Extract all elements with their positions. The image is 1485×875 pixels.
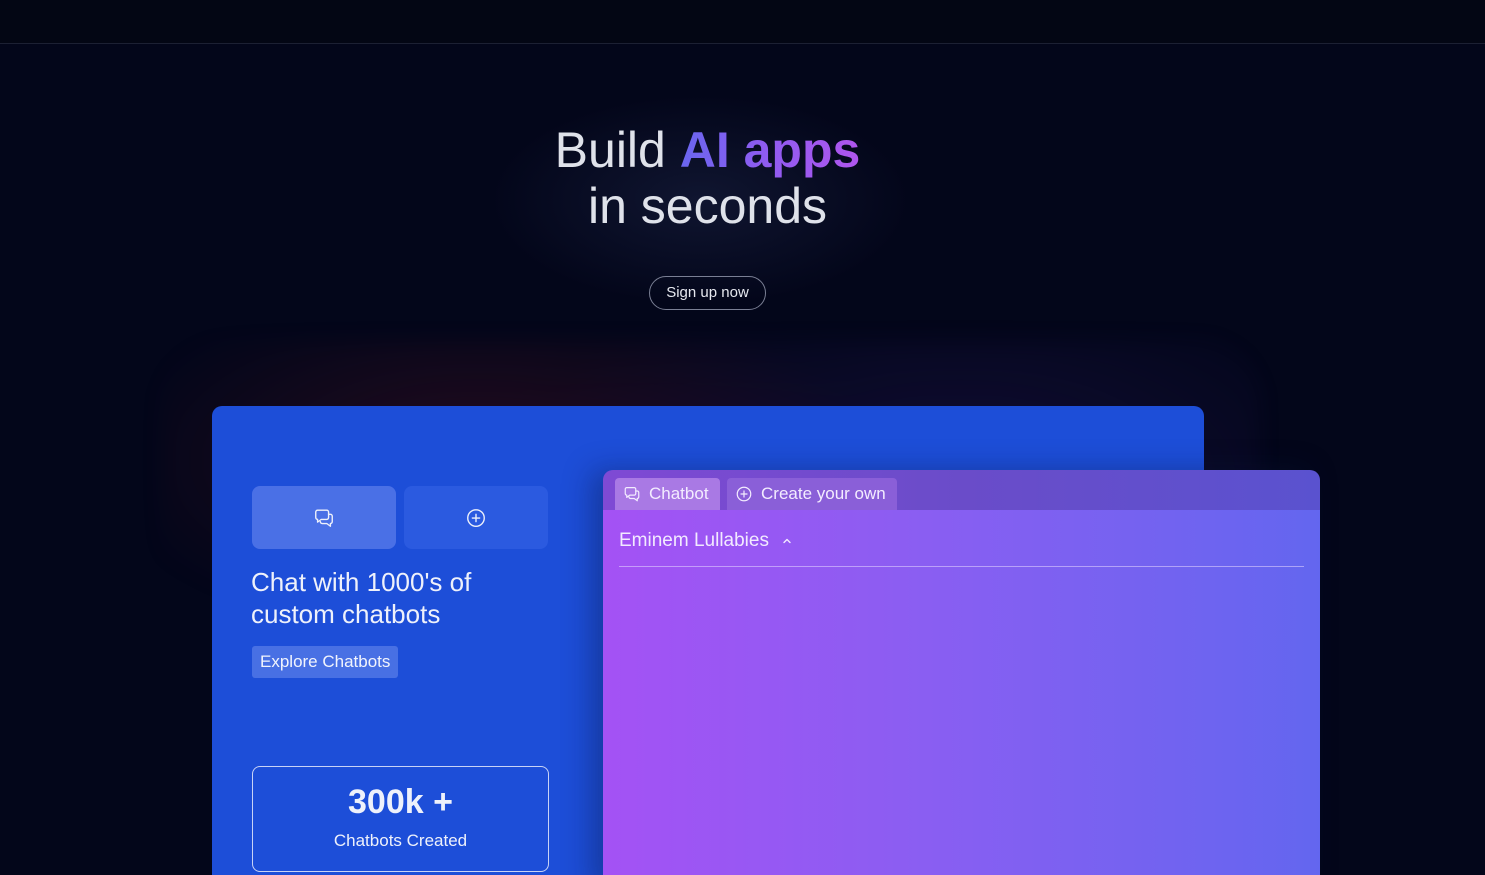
stat-label: Chatbots Created bbox=[333, 831, 468, 850]
chatbot-preview-window: Chatbot Create your own Eminem Lullabies bbox=[603, 470, 1320, 875]
preview-divider bbox=[619, 566, 1304, 567]
preview-tab-bar: Chatbot Create your own bbox=[603, 470, 1320, 510]
hero-title-line2: in seconds bbox=[587, 178, 828, 234]
hero-title: Build AI apps in seconds bbox=[0, 122, 1415, 234]
tab-chatbot-label: Chatbot bbox=[649, 484, 709, 503]
chevron-up-icon[interactable] bbox=[781, 535, 793, 547]
tab-create-label: Create your own bbox=[761, 484, 886, 503]
tab-create-your-own[interactable]: Create your own bbox=[727, 478, 897, 510]
hero-title-prefix: Build bbox=[554, 122, 680, 178]
preview-body: Eminem Lullabies bbox=[603, 510, 1320, 875]
plus-circle-icon bbox=[467, 508, 485, 527]
hero-title-accent: AI apps bbox=[679, 122, 861, 178]
chatbot-mode-tile[interactable] bbox=[252, 486, 396, 549]
plus-circle-icon bbox=[736, 486, 752, 502]
chat-bubbles-icon bbox=[315, 509, 333, 527]
explore-chatbots-button[interactable]: Explore Chatbots bbox=[252, 646, 399, 678]
chatbot-name: Eminem Lullabies bbox=[619, 530, 769, 551]
sign-up-button[interactable]: Sign up now bbox=[649, 276, 766, 310]
tab-chatbot[interactable]: Chatbot bbox=[615, 478, 720, 510]
feature-heading: Chat with 1000's of custom chatbots bbox=[251, 567, 472, 629]
chat-bubbles-icon bbox=[624, 487, 640, 502]
create-mode-tile[interactable] bbox=[404, 486, 548, 549]
landing-page: Build AI apps in seconds Sign up now Cha… bbox=[0, 0, 1485, 875]
stat-box: 300k + Chatbots Created bbox=[252, 766, 549, 872]
top-navigation-bar bbox=[0, 0, 1485, 44]
stat-value: 300k + bbox=[348, 783, 453, 821]
